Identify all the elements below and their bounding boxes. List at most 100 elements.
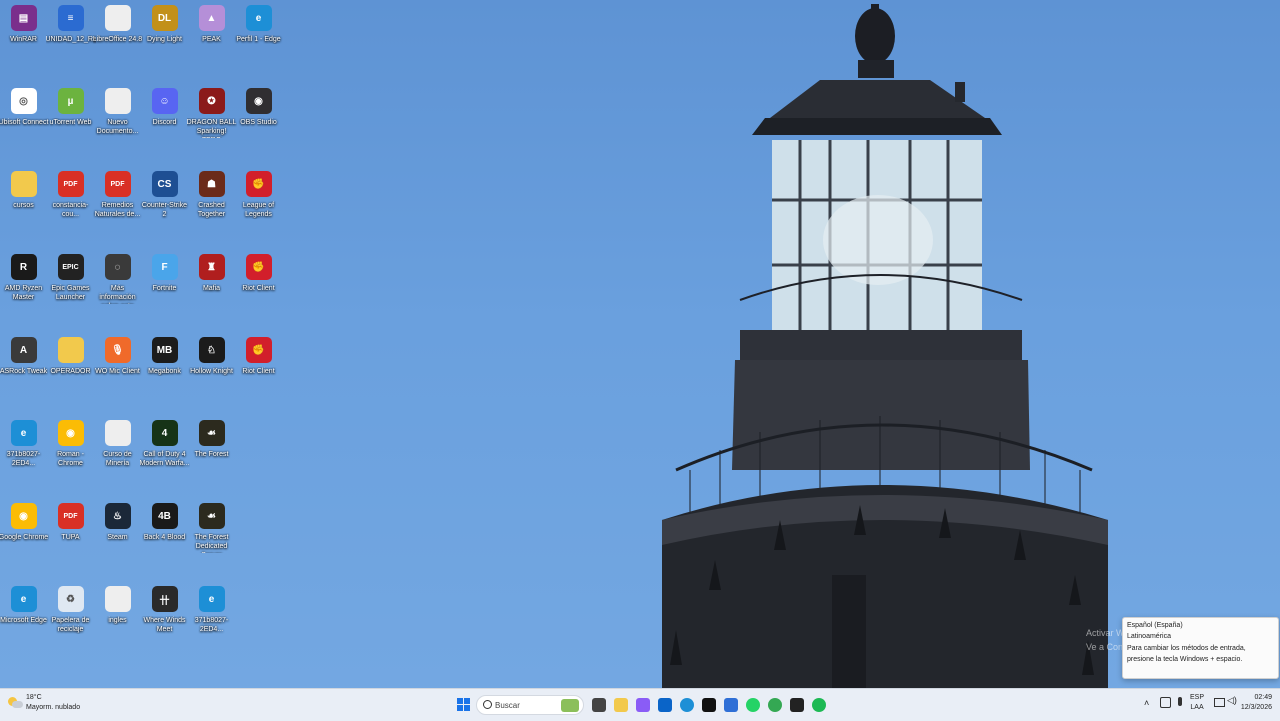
taskbar-chatgpt-icon[interactable] (790, 698, 804, 712)
microphone-tray-icon[interactable] (1178, 697, 1182, 706)
start-button[interactable] (457, 698, 470, 711)
utorrent-icon: µ (57, 88, 84, 114)
desktop-icon[interactable]: ✊ Riot Client (235, 332, 282, 414)
mafia-icon: ♜ (198, 254, 225, 280)
desktop-icon[interactable]: ingles (94, 581, 141, 663)
tray-overflow-chevron-icon[interactable]: ˄ (1144, 698, 1149, 708)
riot-client-icon: ✊ (245, 337, 272, 363)
desktop-icon[interactable]: MB Megabonk (141, 332, 188, 414)
taskbar-capcut-icon[interactable] (702, 698, 716, 712)
language-indicator[interactable]: ESP LAA (1190, 693, 1204, 713)
desktop-icon[interactable]: ☙ The Forest Dedicated Server (188, 498, 235, 580)
desktop-icon[interactable]: R AMD Ryzen Master (0, 249, 47, 331)
desktop-icon[interactable]: ◌ Más información sobre esta ima... (94, 249, 141, 331)
input-language-subtitle: Latinoamérica (1127, 632, 1171, 640)
desktop-icon[interactable]: 4B Back 4 Blood (141, 498, 188, 580)
clock-date: 12/3/2026 (1240, 704, 1272, 711)
taskbar-edge-icon[interactable] (680, 698, 694, 712)
taskbar-whatsapp-icon[interactable] (746, 698, 760, 712)
volume-icon[interactable]: ◁) (1227, 695, 1237, 705)
desktop-icon-label: WO Mic Client (95, 368, 140, 375)
taskbar-spotify-icon[interactable] (812, 698, 826, 712)
desktop-icon-label: Microsoft Edge (0, 617, 47, 624)
taskbar-task-view-icon[interactable] (592, 698, 606, 712)
weather-icon (8, 697, 23, 709)
desktop-icon[interactable]: 4 Call of Duty 4 Modern Warfa... (139, 415, 190, 497)
desktop-icon[interactable]: A ASRock Tweak (0, 332, 47, 414)
pdf-icon: PDF (57, 503, 84, 529)
info-camera-icon: ◌ (104, 254, 131, 280)
clock[interactable]: 02:49 12/3/2026 (1240, 693, 1272, 713)
desktop-icon-label: Remedios Naturales de... (94, 202, 141, 218)
desktop-icon[interactable]: EPIC Epic Games Launcher (47, 249, 94, 331)
desktop-icon-label: Fortnite (152, 285, 177, 292)
desktop-icon[interactable]: ◎ Ubisoft Connect (0, 83, 48, 165)
taskbar-chrome-icon[interactable] (768, 698, 782, 712)
desktop-icon[interactable]: DL Dying Light (141, 0, 188, 82)
desktop-icon[interactable]: ✪ DRAGON BALL Sparking! ZERO (187, 83, 236, 165)
weather-condition: Mayorm. nublado (26, 704, 81, 711)
desktop-icon-label: Papelera de reciclaje (51, 617, 90, 633)
taskbar-file-explorer-icon[interactable] (614, 698, 628, 712)
desktop-icon[interactable]: ☺ Discord (141, 83, 188, 165)
desktop-icon[interactable]: PDF TUPA (47, 498, 94, 580)
desktop-icon-label: WinRAR (10, 36, 37, 43)
taskbar-copilot-icon[interactable] (636, 698, 650, 712)
desktop-icon[interactable]: e Perfil 1 - Edge (235, 0, 282, 82)
desktop-icon-label: Where Winds Meet (143, 617, 186, 633)
edge-icon: e (10, 586, 37, 612)
desktop-icon[interactable]: ♻ Papelera de reciclaje (47, 581, 94, 663)
taskbar-outlook-icon[interactable] (658, 698, 672, 712)
hollow-knight-icon: ♘ (198, 337, 225, 363)
desktop-icon[interactable]: ♜ Mafia (188, 249, 235, 331)
desktop-icon[interactable]: ◉ Google Chrome (0, 498, 49, 580)
desktop-icon[interactable]: ✊ Riot Client (235, 249, 282, 331)
monitor-icon[interactable] (1214, 698, 1225, 707)
desktop-icon[interactable]: ♘ Hollow Knight (188, 332, 235, 414)
desktop-icon[interactable]: Nuevo Documento... (94, 83, 141, 165)
desktop-icon[interactable]: Curso de Minería (94, 415, 141, 497)
pdf-icon: PDF (104, 171, 131, 197)
desktop-icon[interactable]: ≡ UNIDAD_12_Ra... (46, 0, 96, 82)
desktop-icon[interactable]: ♨ Steam (94, 498, 141, 580)
desktop-icon[interactable]: OPERADOR (47, 332, 94, 414)
desktop-icon[interactable]: PDF constancia-cou... (47, 166, 94, 248)
desktop-icon[interactable]: ◉ Roman - Chrome (47, 415, 94, 497)
desktop-icon-label: Megabonk (148, 368, 181, 375)
desktop-icon-label: constancia-cou... (52, 202, 89, 218)
desktop-icon[interactable]: e Microsoft Edge (0, 581, 47, 663)
desktop-icon[interactable]: ☙ The Forest (188, 415, 235, 497)
ubisoft-icon: ◎ (10, 88, 37, 114)
desktop-icon[interactable]: µ uTorrent Web (47, 83, 94, 165)
desktop-icon-label: uTorrent Web (49, 119, 92, 126)
desktop-icon[interactable]: CS Counter-Strike 2 (141, 166, 188, 248)
desktop-icon[interactable]: PDF Remedios Naturales de... (94, 166, 141, 248)
desktop-icon[interactable]: ✊ League of Legends (235, 166, 282, 248)
desktop-icon[interactable]: ◉ OBS Studio (235, 83, 282, 165)
taskbar-search[interactable]: Buscar (476, 695, 584, 715)
desktop-icon[interactable]: ▤ WinRAR (0, 0, 47, 82)
input-method-hint: Para cambiar los métodos de entrada, pre… (1127, 645, 1246, 663)
network-icon[interactable] (1160, 697, 1171, 708)
desktop-icon[interactable]: ☗ Crashed Together (188, 166, 235, 248)
desktop-icon[interactable]: F Fortnite (141, 249, 188, 331)
edge-icon: e (10, 420, 37, 446)
desktop-icon[interactable]: 🎙 WO Mic Client (94, 332, 141, 414)
epic-games-icon: EPIC (57, 254, 84, 280)
desktop-icon[interactable]: LibreOffice 24.8 (93, 0, 142, 82)
desktop-icon-label: Steam (107, 534, 128, 541)
desktop-icon[interactable]: e 371b8027-2ED4... (188, 581, 235, 663)
input-method-flyout[interactable]: Español (España) Latinoamérica Para camb… (1122, 617, 1279, 679)
desktop-icon[interactable]: cursos (0, 166, 47, 248)
desktop-icon[interactable]: e 371b8027-2ED4... (0, 415, 47, 497)
taskbar-microsoft-store-icon[interactable] (724, 698, 738, 712)
desktop-icon-label: Curso de Minería (103, 451, 132, 467)
desktop-icon[interactable]: 卄 Where Winds Meet (141, 581, 188, 663)
desktop-icon[interactable]: ▲ PEAK (188, 0, 235, 82)
desktop-icon-label: Google Chrome (0, 534, 49, 541)
desktop-icon-label: AMD Ryzen Master (4, 285, 43, 301)
weather-widget[interactable]: 18°C Mayorm. nublado (8, 693, 80, 713)
chrome-icon: ◉ (57, 420, 84, 446)
desktop-icon-label: Call of Duty 4 Modern Warfa... (139, 451, 190, 467)
weather-temp: 18°C (26, 694, 42, 701)
